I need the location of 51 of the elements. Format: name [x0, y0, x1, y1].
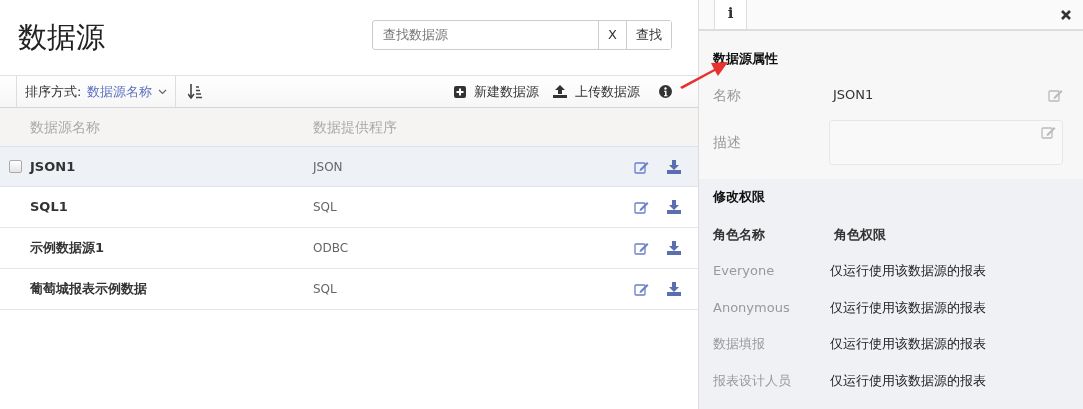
- datasource-name: SQL1: [30, 199, 68, 215]
- provider-text: ODBC: [313, 241, 349, 255]
- datasource-name: 葡萄城报表示例数据: [30, 281, 147, 297]
- role-name: 数据填报: [713, 335, 766, 353]
- column-header: 角色权限: [833, 225, 886, 244]
- upload-datasource-button[interactable]: 上传数据源: [546, 81, 647, 102]
- column-header: 数据源名称: [30, 117, 101, 137]
- edit-icon[interactable]: [634, 282, 649, 296]
- caret-icon: [158, 88, 168, 95]
- download-icon[interactable]: [667, 200, 681, 214]
- search-field[interactable]: 查找数据源 X 查找: [372, 19, 672, 50]
- table-row[interactable]: SQL1 SQL: [0, 187, 698, 228]
- role-name: Anonymous: [713, 298, 791, 317]
- permission-text: 仅运行使用该数据源的报表: [830, 262, 986, 280]
- provider-text: SQL: [313, 282, 337, 296]
- edit-icon[interactable]: [634, 200, 649, 214]
- add-icon: [454, 85, 466, 98]
- permission-text: 仅运行使用该数据源的报表: [830, 335, 986, 353]
- table-row[interactable]: JSON1 JSON: [0, 146, 698, 187]
- search-button[interactable]: 查找: [626, 20, 671, 49]
- provider-text: JSON: [313, 159, 343, 174]
- role-name: Everyone: [713, 262, 776, 280]
- field-value: JSON1: [833, 86, 874, 105]
- download-icon[interactable]: [667, 241, 681, 255]
- edit-icon[interactable]: [634, 241, 649, 255]
- description-field[interactable]: [829, 119, 1063, 165]
- new-datasource-button[interactable]: 新建数据源: [447, 81, 546, 102]
- column-header: 角色名称: [713, 225, 766, 244]
- role-name: 报表设计人员: [713, 371, 792, 390]
- field-label: 名称: [713, 85, 742, 105]
- permission-text: 仅运行使用该数据源的报表: [830, 371, 986, 390]
- table-row[interactable]: 葡萄城报表示例数据 SQL: [0, 269, 698, 310]
- page-title: 数据源: [18, 18, 105, 56]
- info-icon[interactable]: [659, 85, 672, 98]
- datasource-name: 示例数据源1: [30, 240, 105, 256]
- datasource-name: JSON1: [30, 158, 76, 174]
- download-icon[interactable]: [667, 159, 681, 174]
- provider-text: SQL: [313, 200, 337, 214]
- row-checkbox[interactable]: [8, 160, 22, 173]
- field-label: 描述: [713, 132, 742, 152]
- edit-icon[interactable]: [634, 159, 649, 174]
- sort-dropdown[interactable]: 排序方式: 数据源名称: [16, 76, 177, 107]
- section-title: 修改权限: [713, 187, 766, 206]
- sort-order-icon[interactable]: [188, 84, 203, 99]
- column-header: 数据提供程序: [313, 117, 398, 137]
- table-row[interactable]: 示例数据源1 ODBC: [0, 228, 698, 269]
- upload-icon: [553, 85, 567, 98]
- close-icon[interactable]: [1061, 9, 1071, 20]
- download-icon[interactable]: [667, 282, 681, 296]
- info-tab[interactable]: i: [714, 0, 747, 29]
- permission-text: 仅运行使用该数据源的报表: [830, 298, 986, 317]
